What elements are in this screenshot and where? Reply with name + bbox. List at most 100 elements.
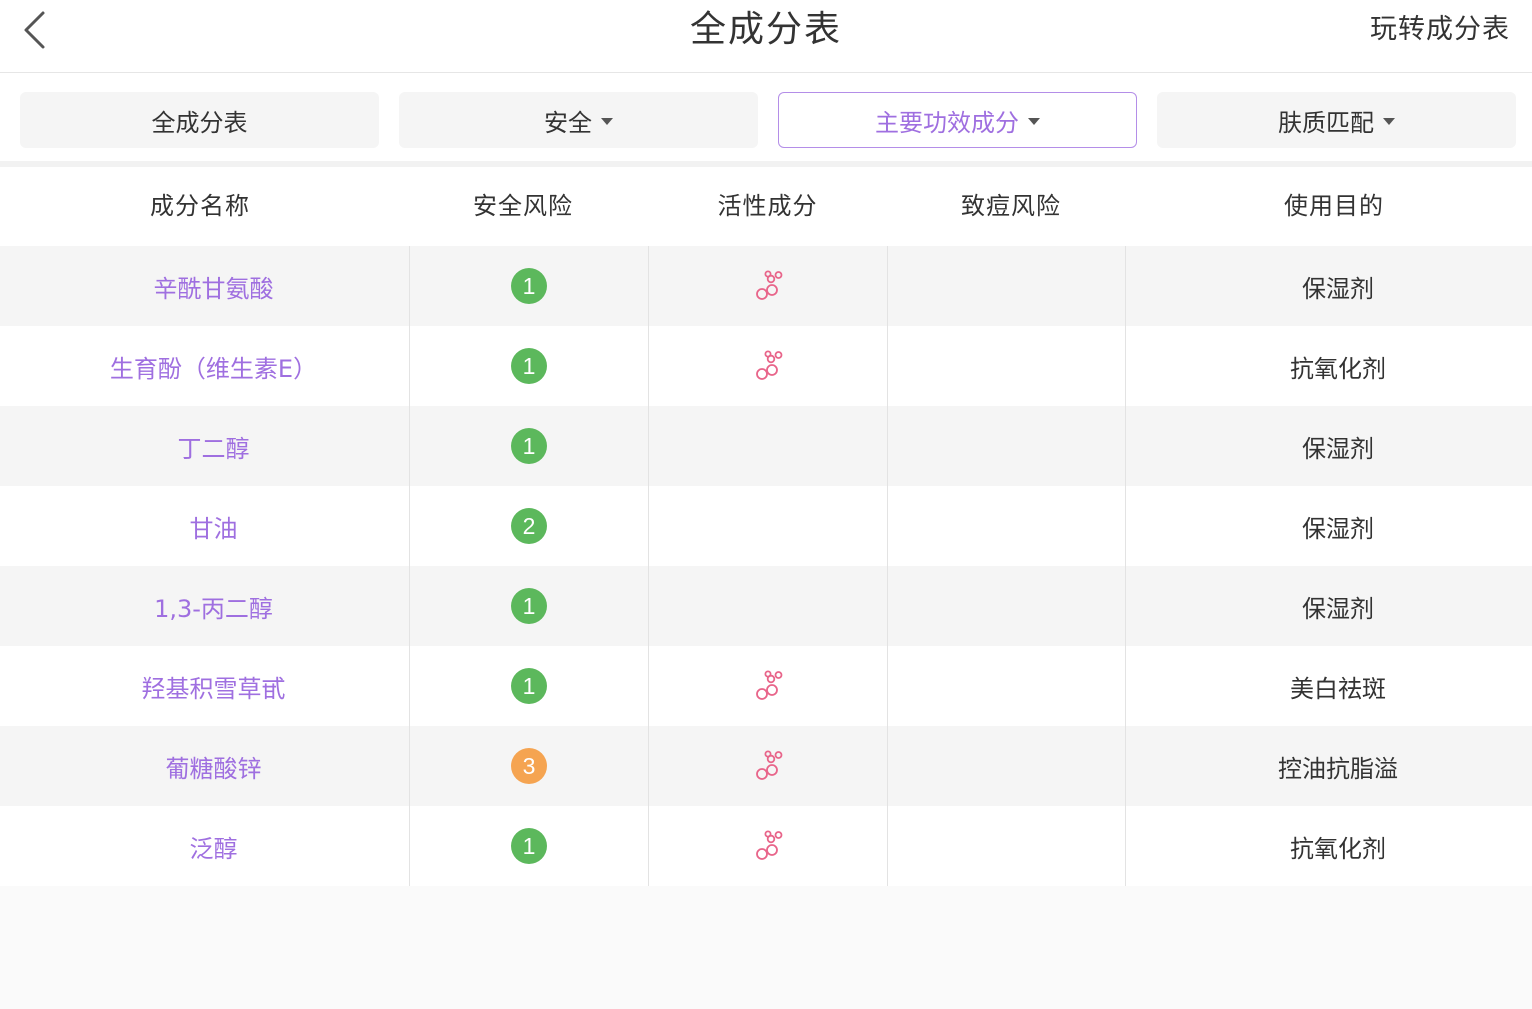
ingredient-name-cell: 泛醇 — [0, 806, 409, 886]
molecule-icon — [756, 270, 783, 300]
molecule-icon — [756, 830, 783, 860]
safety-risk-badge: 3 — [511, 748, 547, 784]
ingredient-name-cell: 甘油 — [0, 486, 409, 566]
table-header: 成分名称 安全风险 活性成分 致痘风险 使用目的 — [0, 167, 1532, 246]
molecule-icon — [756, 750, 783, 780]
ingredient-name-cell: 1,3-丙二醇 — [0, 566, 409, 646]
usage-purpose: 抗氧化剂 — [1290, 354, 1386, 383]
ingredient-table: 成分名称 安全风险 活性成分 致痘风险 使用目的 辛酰甘氨酸 1 保湿剂 生育酚… — [0, 167, 1532, 886]
ingredient-name-cell: 生育酚（维生素E） — [0, 326, 409, 406]
active-ingredient-cell — [648, 406, 887, 486]
filter-skin-type-dropdown[interactable]: 肤质匹配 — [1157, 92, 1516, 148]
header-purpose: 使用目的 — [1284, 192, 1384, 220]
ingredient-name[interactable]: 1,3-丙二醇 — [136, 589, 273, 624]
safety-risk-cell: 1 — [409, 806, 648, 886]
purpose-cell: 保湿剂 — [1125, 246, 1532, 326]
ingredient-name-cell: 丁二醇 — [0, 406, 409, 486]
ingredient-name[interactable]: 泛醇 — [172, 829, 238, 864]
table-row[interactable]: 1,3-丙二醇 1 保湿剂 — [0, 566, 1532, 646]
purpose-cell: 保湿剂 — [1125, 566, 1532, 646]
table-row[interactable]: 羟基积雪草甙 1 美白祛斑 — [0, 646, 1532, 726]
active-ingredient-cell — [648, 326, 887, 406]
safety-risk-cell: 1 — [409, 646, 648, 726]
top-navigation-bar: 全成分表 玩转成分表 — [0, 0, 1532, 73]
usage-purpose: 保湿剂 — [1302, 434, 1374, 463]
purpose-cell: 控油抗脂溢 — [1125, 726, 1532, 806]
active-ingredient-cell — [648, 806, 887, 886]
active-ingredient-cell — [648, 566, 887, 646]
usage-purpose: 美白祛斑 — [1290, 674, 1386, 703]
ingredient-name[interactable]: 甘油 — [172, 509, 238, 544]
safety-risk-badge: 1 — [511, 668, 547, 704]
table-body: 辛酰甘氨酸 1 保湿剂 生育酚（维生素E） 1 抗氧化剂 丁二醇 1 保湿剂 甘… — [0, 246, 1532, 886]
caret-down-icon — [1028, 117, 1040, 125]
table-row[interactable]: 葡糖酸锌 3 控油抗脂溢 — [0, 726, 1532, 806]
filter-label: 全成分表 — [151, 108, 248, 137]
table-row[interactable]: 丁二醇 1 保湿剂 — [0, 406, 1532, 486]
ingredient-name-cell: 辛酰甘氨酸 — [0, 246, 409, 326]
ingredient-name[interactable]: 生育酚（维生素E） — [92, 349, 317, 384]
filter-label: 安全 — [544, 108, 592, 137]
acne-risk-cell — [887, 566, 1125, 646]
safety-risk-cell: 3 — [409, 726, 648, 806]
ingredient-name-cell: 葡糖酸锌 — [0, 726, 409, 806]
header-ingredient-name: 成分名称 — [150, 192, 250, 220]
filter-safety-dropdown[interactable]: 安全 — [399, 92, 758, 148]
purpose-cell: 保湿剂 — [1125, 406, 1532, 486]
usage-purpose: 抗氧化剂 — [1290, 834, 1386, 863]
purpose-cell: 抗氧化剂 — [1125, 806, 1532, 886]
table-row[interactable]: 泛醇 1 抗氧化剂 — [0, 806, 1532, 886]
purpose-cell: 美白祛斑 — [1125, 646, 1532, 726]
molecule-icon — [756, 670, 783, 700]
header-acne-risk: 致痘风险 — [961, 192, 1061, 220]
acne-risk-cell — [887, 406, 1125, 486]
acne-risk-cell — [887, 806, 1125, 886]
filter-main-efficacy-dropdown[interactable]: 主要功效成分 — [778, 92, 1137, 148]
table-row[interactable]: 生育酚（维生素E） 1 抗氧化剂 — [0, 326, 1532, 406]
active-ingredient-cell — [648, 486, 887, 566]
filter-all-ingredients-button[interactable]: 全成分表 — [20, 92, 379, 148]
acne-risk-cell — [887, 726, 1125, 806]
acne-risk-cell — [887, 246, 1125, 326]
acne-risk-cell — [887, 646, 1125, 726]
safety-risk-cell: 1 — [409, 246, 648, 326]
usage-purpose: 控油抗脂溢 — [1278, 754, 1398, 783]
table-row[interactable]: 辛酰甘氨酸 1 保湿剂 — [0, 246, 1532, 326]
ingredient-name[interactable]: 丁二醇 — [160, 429, 250, 464]
safety-risk-badge: 1 — [511, 268, 547, 304]
ingredient-name-cell: 羟基积雪草甙 — [0, 646, 409, 726]
ingredient-name[interactable]: 葡糖酸锌 — [148, 749, 262, 784]
acne-risk-cell — [887, 486, 1125, 566]
safety-risk-cell: 1 — [409, 566, 648, 646]
caret-down-icon — [601, 117, 613, 125]
usage-purpose: 保湿剂 — [1302, 274, 1374, 303]
active-ingredient-cell — [648, 246, 887, 326]
acne-risk-cell — [887, 326, 1125, 406]
safety-risk-cell: 1 — [409, 326, 648, 406]
safety-risk-badge: 1 — [511, 828, 547, 864]
active-ingredient-cell — [648, 726, 887, 806]
filter-bar: 全成分表 安全 主要功效成分 肤质匹配 — [0, 73, 1532, 161]
header-active-ingredient: 活性成分 — [717, 192, 818, 220]
safety-risk-badge: 2 — [511, 508, 547, 544]
ingredient-guide-link[interactable]: 玩转成分表 — [1370, 12, 1510, 48]
purpose-cell: 抗氧化剂 — [1125, 326, 1532, 406]
usage-purpose: 保湿剂 — [1302, 594, 1374, 623]
header-safety-risk: 安全风险 — [473, 192, 573, 220]
caret-down-icon — [1383, 117, 1395, 125]
safety-risk-badge: 1 — [511, 348, 547, 384]
ingredient-name[interactable]: 辛酰甘氨酸 — [136, 269, 274, 304]
safety-risk-badge: 1 — [511, 428, 547, 464]
filter-label: 肤质匹配 — [1278, 108, 1374, 137]
safety-risk-cell: 2 — [409, 486, 648, 566]
filter-label: 主要功效成分 — [875, 108, 1019, 137]
table-row[interactable]: 甘油 2 保湿剂 — [0, 486, 1532, 566]
molecule-icon — [756, 350, 783, 380]
safety-risk-cell: 1 — [409, 406, 648, 486]
active-ingredient-cell — [648, 646, 887, 726]
page-title: 全成分表 — [689, 9, 842, 50]
safety-risk-badge: 1 — [511, 588, 547, 624]
purpose-cell: 保湿剂 — [1125, 486, 1532, 566]
ingredient-name[interactable]: 羟基积雪草甙 — [124, 669, 286, 704]
usage-purpose: 保湿剂 — [1302, 514, 1374, 543]
